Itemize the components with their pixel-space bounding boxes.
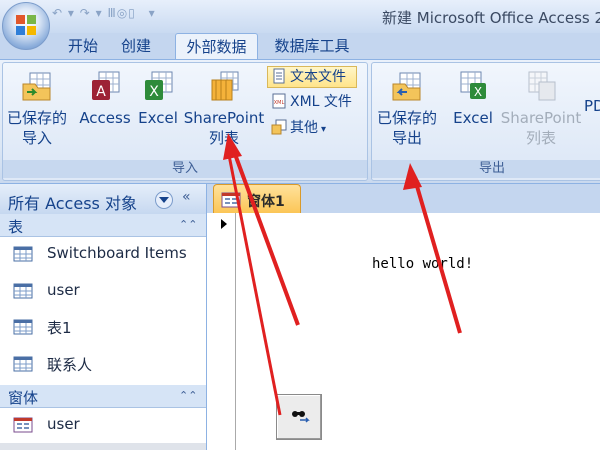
undo-icon[interactable]: ↶ ▾ [52, 6, 75, 20]
section-collapse-icon: ⌃⌃ [179, 218, 198, 231]
form-view [207, 213, 600, 450]
import-text-file-label: 文本文件 [290, 69, 346, 85]
redo-icon[interactable]: ↷ ▾ [80, 6, 103, 20]
customize-icon[interactable]: ▾ [149, 6, 156, 20]
table-icon [13, 356, 33, 372]
nav-section-tables[interactable]: 表 ⌃⌃ [0, 214, 206, 237]
import-sharepoint-button[interactable]: SharePoint 列表 [182, 70, 266, 148]
chevron-down-icon: ▾ [321, 124, 327, 135]
more-formats-icon [271, 119, 287, 135]
import-more-button[interactable]: 其他 ▾ [268, 118, 344, 138]
form-icon [13, 417, 33, 433]
import-access-label: Access [79, 109, 131, 127]
nav-item-table[interactable]: 表1 [0, 309, 206, 345]
export-pdf-button[interactable]: PD [584, 96, 600, 116]
office-logo-icon [16, 15, 36, 35]
import-group-label: 导入 [3, 160, 367, 178]
sharepoint-list-icon [211, 71, 239, 101]
svg-text:A: A [96, 84, 106, 100]
export-excel-button[interactable]: X Excel [451, 70, 495, 128]
nav-item-label: 表1 [47, 319, 72, 337]
saved-exports-button[interactable]: 已保存的 导出 [374, 70, 440, 148]
table-icon [13, 246, 33, 262]
command-button[interactable] [276, 394, 322, 440]
nav-item-label: Switchboard Items [47, 244, 187, 262]
saved-imports-icon [22, 72, 51, 101]
import-text-file-button[interactable]: 文本文件 [267, 66, 357, 88]
export-pdf-label: PD [584, 97, 600, 115]
nav-item-form[interactable]: user [0, 407, 206, 443]
nav-item-label: user [47, 415, 80, 433]
current-record-icon [221, 219, 227, 229]
export-excel-label: Excel [453, 109, 493, 127]
section-collapse-icon: ⌃⌃ [179, 389, 198, 402]
nav-item-table[interactable]: user [0, 273, 206, 309]
quick-access-toolbar: ↶ ▾ ↷ ▾ Ⅲ◎▯ ▾ [52, 6, 184, 24]
record-selector[interactable] [207, 213, 236, 450]
import-access-button[interactable]: A Access [76, 70, 134, 128]
saved-imports-label-2: 导入 [21, 129, 52, 147]
tab-home[interactable]: 开始 [60, 33, 106, 59]
nav-item-table[interactable]: 联系人 [0, 346, 206, 382]
table-icon [13, 283, 33, 299]
binoculars-icon [292, 411, 310, 423]
nav-section-title: 窗体 [8, 389, 39, 407]
saved-imports-button[interactable]: 已保存的 导入 [5, 70, 69, 148]
nav-item-label: 联系人 [47, 356, 93, 374]
excel-icon: X [145, 71, 173, 100]
nav-item-label: user [47, 281, 80, 299]
saved-exports-label-2: 导出 [391, 129, 422, 147]
import-xml-file-button[interactable]: XML XML 文件 [268, 92, 360, 112]
export-sharepoint-button[interactable]: SharePoint 列表 [498, 70, 584, 148]
export-sharepoint-label-2: 列表 [525, 129, 556, 147]
import-sharepoint-label-1: SharePoint [183, 109, 265, 127]
nav-section-forms[interactable]: 窗体 ⌃⌃ [0, 385, 206, 408]
sharepoint-export-icon [528, 71, 556, 101]
excel-export-icon: X [460, 71, 486, 99]
office-button[interactable] [2, 2, 50, 50]
xml-file-icon: XML [272, 93, 286, 109]
nav-collapse-icon[interactable]: « [182, 189, 191, 205]
import-excel-label: Excel [138, 109, 178, 127]
export-sharepoint-label-1: SharePoint [500, 109, 582, 127]
separator-icon: Ⅲ◎▯ [107, 6, 136, 20]
text-file-icon [273, 68, 285, 84]
tab-create[interactable]: 创建 [113, 33, 159, 59]
import-excel-button[interactable]: X Excel [136, 70, 180, 128]
svg-text:X: X [149, 84, 159, 100]
import-sharepoint-label-2: 列表 [208, 129, 239, 147]
tab-database-tools[interactable]: 数据库工具 [268, 33, 356, 59]
nav-dropdown-icon[interactable] [155, 191, 173, 209]
nav-item-table[interactable]: Switchboard Items [0, 236, 206, 272]
saved-exports-label-1: 已保存的 [376, 109, 437, 127]
svg-text:X: X [474, 85, 482, 99]
svg-text:XML: XML [274, 100, 285, 106]
import-more-label: 其他 [290, 120, 318, 136]
saved-imports-label-1: 已保存的 [6, 109, 67, 127]
document-tab-label: 窗体1 [247, 194, 285, 210]
saved-exports-icon [392, 72, 421, 101]
nav-scroll-edge [0, 443, 206, 450]
nav-section-title: 表 [8, 218, 24, 236]
form-label: hello world! [372, 256, 474, 272]
import-xml-file-label: XML 文件 [290, 94, 352, 110]
access-icon: A [92, 71, 120, 100]
table-icon [13, 319, 33, 335]
tab-external-data[interactable]: 外部数据 [175, 33, 258, 60]
export-group-label: 导出 [372, 160, 600, 178]
form-icon [221, 192, 241, 208]
navigation-pane-title: 所有 Access 对象 [8, 194, 137, 213]
window-title: 新建 Microsoft Office Access 2 [382, 9, 600, 27]
